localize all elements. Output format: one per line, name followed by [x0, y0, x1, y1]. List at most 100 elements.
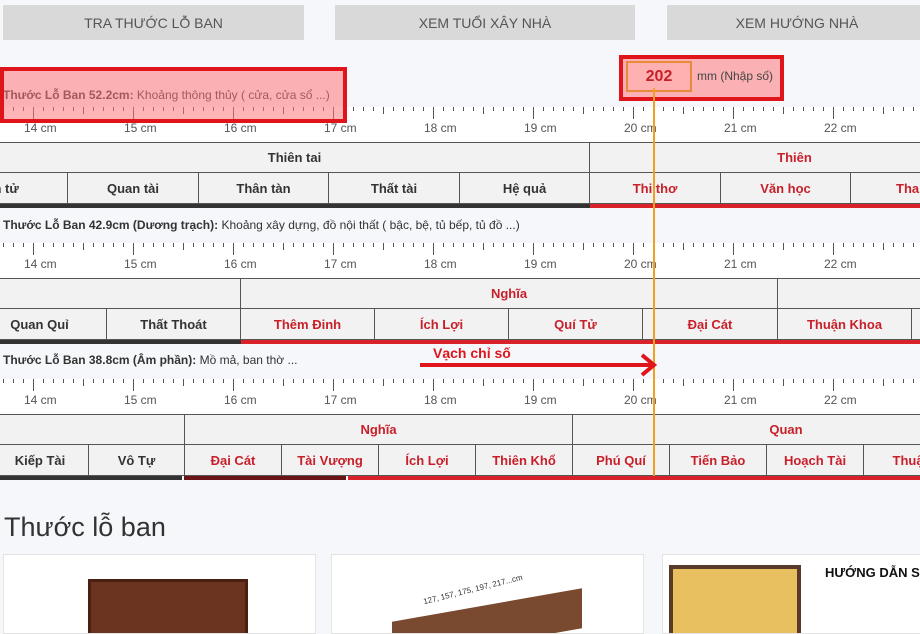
length-input[interactable]: [626, 61, 692, 92]
ruler-tick: [223, 243, 224, 247]
ruler-tick: [263, 379, 264, 383]
unit-hint: mm (Nhập số): [697, 69, 774, 83]
ruler-tick: [783, 107, 784, 114]
ruler-cell: ần tử: [0, 173, 68, 203]
ruler-tick: [773, 243, 774, 247]
ruler-tick: [723, 379, 724, 383]
lo-ban-ruler[interactable]: 14 cm 15 cm 16 cm 17 cm 18 cm 19 cm 20 cm 21 cm…: [0, 379, 920, 480]
ruler-tick: [73, 243, 74, 247]
ruler-tick: [753, 379, 754, 383]
ruler-cell: Ích Lợi: [375, 309, 509, 339]
ruler-cell: Hoạch Tài: [767, 445, 864, 475]
ruler-tick: [643, 243, 644, 247]
ruler-tick: [773, 107, 774, 111]
cm-label: 17 cm: [324, 257, 357, 271]
ruler-tick: [743, 379, 744, 383]
tab-xem-tuoi-xay-nha[interactable]: XEM TUỔI XÂY NHÀ: [335, 5, 635, 40]
ruler-tick: [803, 107, 804, 111]
ruler-tick: [713, 107, 714, 111]
ruler-title-desc: Mồ mả, ban thờ ...: [196, 353, 298, 367]
ruler-tick: [33, 379, 34, 391]
ruler-tick: [13, 243, 14, 247]
ruler-tick: [3, 379, 4, 383]
indicator-line[interactable]: [653, 88, 655, 476]
ruler-tick: [623, 243, 624, 247]
ruler-tick: [293, 379, 294, 383]
guide-image: [669, 565, 801, 633]
ruler-tick: [663, 379, 664, 383]
ruler-group: Thiên tai: [0, 143, 590, 172]
cm-label: 14 cm: [24, 393, 57, 407]
ruler-tick: [163, 243, 164, 247]
product-card-altar[interactable]: 127, 157, 175, 197, 217...cm: [331, 554, 644, 634]
ruler-tick: [63, 243, 64, 247]
ruler-cell: Thuận Khoa: [778, 309, 912, 339]
ruler-tick: [793, 243, 794, 247]
ruler-group: ố: [0, 415, 185, 444]
ruler-tick: [803, 243, 804, 247]
ruler-tick: [83, 243, 84, 250]
ruler-status-underline: [241, 340, 920, 344]
ruler-tick: [133, 243, 134, 255]
cell-row: Kiếp Tài Vô Tự Đại Cát Tài Vượng Ích Lợi Thiê…: [0, 445, 920, 476]
ruler-tick: [813, 107, 814, 111]
ruler-tick: [693, 379, 694, 383]
tab-tra-thuoc-lo-ban[interactable]: TRA THƯỚC LỖ BAN: [3, 5, 304, 40]
ruler-tick: [513, 107, 514, 111]
ruler-tick: [413, 379, 414, 383]
ruler-tick: [853, 107, 854, 111]
cm-label: 22 cm: [824, 257, 857, 271]
ruler-tick: [743, 243, 744, 247]
ruler-tick: [443, 107, 444, 111]
ruler-tick: [53, 243, 54, 247]
ruler-tick: [53, 379, 54, 383]
cm-label: 20 cm: [624, 393, 657, 407]
cm-label: 16 cm: [224, 257, 257, 271]
ruler-tick: [523, 379, 524, 383]
ruler-tick: [733, 243, 734, 255]
ruler-tick: [483, 379, 484, 386]
product-card-door[interactable]: [3, 554, 316, 634]
ruler-tick: [693, 107, 694, 111]
ruler-tick: [193, 243, 194, 247]
cm-label: 18 cm: [424, 121, 457, 135]
ruler-group: [778, 279, 920, 308]
ruler-cell: Đại Cát: [643, 309, 778, 339]
product-card-guide[interactable]: HƯỚNG DẪN SỬ: [662, 554, 920, 634]
ruler-tick: [543, 107, 544, 111]
ruler-tick: [423, 379, 424, 383]
ruler-tick: [813, 379, 814, 383]
cell-row: Quan Quỉ Thất Thoát Thêm Đinh Ích Lợi Quí Tử…: [0, 309, 920, 340]
ruler-tick: [643, 379, 644, 383]
ruler-tick: [473, 107, 474, 111]
cm-label: 20 cm: [624, 121, 657, 135]
lo-ban-ruler[interactable]: 14 cm 15 cm 16 cm 17 cm 18 cm 19 cm 20 cm 21 cm…: [0, 243, 920, 344]
tab-xem-huong-nha[interactable]: XEM HƯỚNG NHÀ: [667, 5, 920, 40]
ruler-tick: [453, 107, 454, 111]
ruler-tick: [613, 379, 614, 383]
cm-label: 17 cm: [324, 121, 357, 135]
ruler-tick: [463, 107, 464, 111]
ruler-tick: [683, 379, 684, 386]
arrow-icon: [420, 353, 658, 377]
ruler-tick: [853, 243, 854, 247]
ruler-title-bold: Thước Lỗ Ban 38.8cm (Âm phần):: [3, 353, 197, 367]
ruler-tick: [383, 379, 384, 386]
cm-label: 14 cm: [24, 257, 57, 271]
ruler-tick: [583, 243, 584, 250]
ruler-tick: [873, 379, 874, 383]
ruler-tick: [513, 243, 514, 247]
ruler-scale: 14 cm 15 cm 16 cm 17 cm 18 cm 19 cm 20 cm 21 cm…: [0, 243, 920, 279]
cm-label: 15 cm: [124, 121, 157, 135]
ruler-tick: [73, 379, 74, 383]
ruler-tick: [273, 379, 274, 383]
ruler-cell: Thân tàn: [199, 173, 329, 203]
ruler-tick: [23, 379, 24, 383]
ruler-tick: [793, 107, 794, 111]
ruler-tick: [113, 379, 114, 383]
ruler-tick: [863, 379, 864, 383]
ruler-tick: [273, 243, 274, 247]
cm-label: 19 cm: [524, 257, 557, 271]
ruler-tick: [903, 243, 904, 247]
ruler-tick: [333, 379, 334, 391]
